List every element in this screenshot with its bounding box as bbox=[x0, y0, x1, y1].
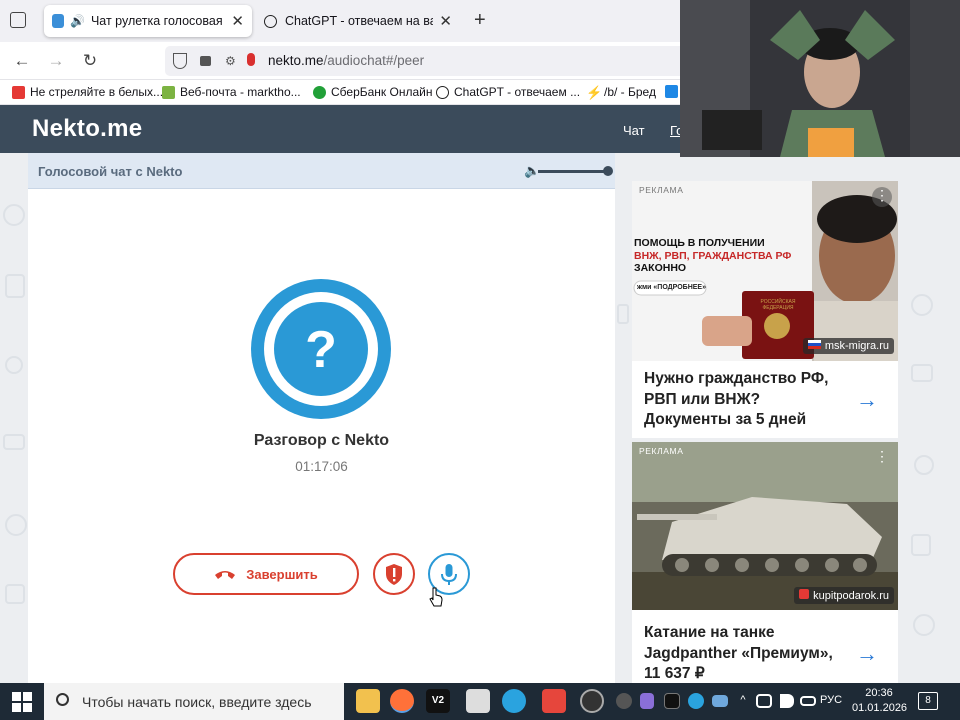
end-call-label: Завершить bbox=[246, 566, 318, 582]
search-placeholder: Чтобы начать поиск, введите здесь bbox=[82, 693, 312, 710]
mouse-cursor-icon bbox=[429, 587, 443, 607]
youtube-icon bbox=[12, 85, 25, 99]
tab-chatgpt[interactable]: ChatGPT - отвечаем на вакан ✕ bbox=[256, 5, 460, 37]
volume-icon[interactable]: 🔈 bbox=[524, 163, 540, 179]
chat-partner-name: Разговор с Nekto bbox=[253, 432, 390, 449]
volume-track bbox=[538, 170, 608, 173]
windows-taskbar: Чтобы начать поиск, введите здесь V2 ^ Р… bbox=[0, 683, 960, 720]
tray-gamepad-icon[interactable] bbox=[712, 695, 728, 707]
notification-count: 8 bbox=[925, 695, 931, 706]
file-explorer-icon[interactable] bbox=[356, 689, 380, 713]
shield-icon[interactable] bbox=[173, 53, 187, 69]
webcam-overlay bbox=[680, 0, 960, 157]
ad-domain: msk-migra.ru bbox=[802, 338, 894, 354]
ad-headline: ПОМОЩЬ В ПОЛУЧЕНИИ ВНЖ, РВП, ГРАЖДАНСТВА… bbox=[634, 237, 792, 274]
tray-mic-icon[interactable] bbox=[640, 693, 654, 709]
microphone-favicon-icon bbox=[52, 14, 64, 28]
ad-label: РЕКЛАМА bbox=[639, 185, 684, 195]
firefox-icon[interactable] bbox=[390, 689, 414, 713]
lightning-icon: ⚡ bbox=[586, 84, 603, 100]
ad-title[interactable]: Нужно гражданство РФ, РВП или ВНЖ? Докум… bbox=[644, 369, 844, 431]
call-timer: 01:17:06 bbox=[295, 459, 348, 474]
tab-title: Чат рулетка голосовая — bbox=[90, 14, 225, 28]
chevron-up-icon[interactable]: ^ bbox=[736, 694, 750, 708]
mail-icon bbox=[162, 85, 175, 99]
site-permissions-icon[interactable]: ⚙ bbox=[225, 54, 236, 68]
reload-icon[interactable]: ↻ bbox=[78, 50, 102, 72]
tray-telegram-icon[interactable] bbox=[688, 693, 704, 709]
language-indicator[interactable]: РУС bbox=[820, 694, 842, 706]
gift-icon bbox=[799, 589, 810, 599]
close-tab-icon[interactable]: ✕ bbox=[231, 12, 244, 30]
tray-obs-icon[interactable] bbox=[616, 693, 632, 709]
close-tab-icon[interactable]: ✕ bbox=[439, 12, 452, 30]
volume-icon[interactable] bbox=[780, 694, 794, 708]
chatgpt-icon bbox=[436, 85, 449, 99]
bookmark-item[interactable]: ⚡/b/ - Бред bbox=[586, 85, 656, 99]
back-arrow-icon[interactable]: ← bbox=[10, 50, 34, 72]
anonymous-avatar: ? bbox=[251, 279, 391, 419]
anydesk-icon[interactable] bbox=[542, 689, 566, 713]
passport-text: РОССИЙСКАЯ ФЕДЕРАЦИЯ bbox=[760, 299, 796, 311]
clock[interactable]: 20:36 01.01.2026 bbox=[852, 686, 908, 716]
bookmark-item[interactable]: ChatGPT - отвечаем ... bbox=[436, 85, 580, 99]
arrow-right-icon[interactable]: → bbox=[856, 387, 878, 413]
ad-title[interactable]: Катание на танке Jagdpanther «Премиум», … bbox=[644, 623, 844, 683]
tab-title: ChatGPT - отвечаем на вакан bbox=[285, 14, 434, 28]
ad-card-tank[interactable]: РЕКЛАМА ⋮ kupitpodarok.ru Катание на тан… bbox=[632, 442, 898, 683]
hang-up-phone-icon bbox=[215, 571, 236, 579]
address-bar[interactable]: ⚙ nekto.me/audiochat#/peer bbox=[165, 46, 685, 76]
obs-icon[interactable] bbox=[580, 689, 604, 713]
sberbank-icon bbox=[313, 85, 326, 99]
report-button[interactable] bbox=[373, 553, 415, 595]
speaker-playing-icon[interactable]: 🔊 bbox=[70, 14, 85, 28]
telegram-icon[interactable] bbox=[502, 689, 526, 713]
ad-options-icon[interactable]: ⋮ bbox=[872, 187, 892, 207]
new-tab-button[interactable]: + bbox=[474, 9, 486, 32]
forward-arrow-icon[interactable]: → bbox=[44, 50, 68, 72]
bookmark-item[interactable]: Веб-почта - marktho... bbox=[162, 85, 301, 99]
panel-title: Голосовой чат с Nekto bbox=[38, 164, 183, 179]
russia-flag-icon bbox=[807, 340, 821, 349]
ad-image-tank bbox=[632, 442, 898, 610]
lock-icon[interactable] bbox=[200, 56, 211, 66]
network-icon[interactable] bbox=[756, 694, 772, 708]
microphone-active-icon[interactable] bbox=[247, 53, 255, 66]
tab-nekto-voice-chat[interactable]: 🔊 Чат рулетка голосовая — ✕ bbox=[44, 5, 252, 37]
tab-list-icon[interactable] bbox=[10, 12, 26, 28]
ad-card-migra[interactable]: РЕКЛАМА ПОМОЩЬ В ПОЛУЧЕНИИ ВНЖ, РВП, ГРА… bbox=[632, 181, 898, 438]
bookmark-overflow-icon[interactable] bbox=[665, 85, 678, 98]
ad-options-icon[interactable]: ⋮ bbox=[872, 448, 892, 468]
volume-knob[interactable] bbox=[603, 166, 613, 176]
notifications-button[interactable]: 8 bbox=[918, 692, 938, 710]
ad-label: РЕКЛАМА bbox=[639, 446, 684, 456]
shield-alert-icon bbox=[386, 564, 402, 585]
bookmark-item[interactable]: СберБанк Онлайн bbox=[313, 85, 432, 99]
site-logo[interactable]: Nekto.me bbox=[32, 115, 142, 143]
nekto-page: Nekto.me Чат Го Голосовой чат с Nekto 🔈 bbox=[0, 105, 960, 683]
nav-link-chat[interactable]: Чат bbox=[623, 123, 645, 138]
ad-cta: жми «ПОДРОБНЕЕ» bbox=[637, 284, 706, 291]
bookmark-item[interactable]: Не стреляйте в белых... bbox=[12, 85, 163, 99]
question-mark-icon: ? bbox=[305, 321, 337, 379]
calendar-app-icon[interactable] bbox=[466, 689, 490, 713]
v2-app-icon[interactable]: V2 bbox=[426, 689, 450, 713]
panel-header: Голосовой чат с Nekto 🔈 bbox=[28, 153, 615, 189]
clock-date: 01.01.2026 bbox=[852, 702, 908, 714]
ad-domain: kupitpodarok.ru bbox=[794, 587, 894, 604]
url-text[interactable]: nekto.me/audiochat#/peer bbox=[268, 53, 424, 68]
windows-start-icon[interactable] bbox=[12, 692, 32, 712]
webcam-video bbox=[680, 0, 960, 157]
search-icon bbox=[56, 693, 69, 706]
chatgpt-favicon-icon bbox=[264, 14, 277, 28]
tray-v2-icon[interactable] bbox=[664, 693, 680, 709]
end-call-button[interactable]: Завершить bbox=[173, 553, 359, 595]
arrow-right-icon[interactable]: → bbox=[856, 641, 878, 667]
clock-time: 20:36 bbox=[865, 687, 893, 699]
taskbar-search[interactable]: Чтобы начать поиск, введите здесь bbox=[44, 683, 344, 720]
battery-icon[interactable] bbox=[800, 696, 816, 706]
